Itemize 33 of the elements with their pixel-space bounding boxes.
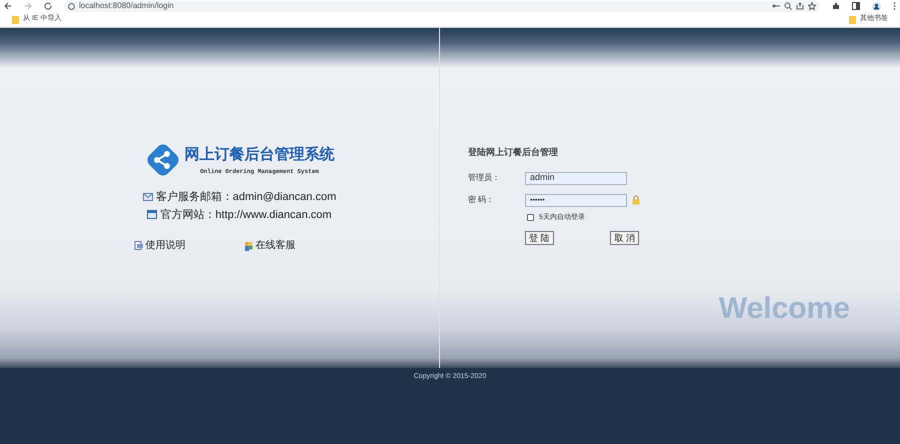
people-icon	[244, 240, 252, 250]
url-text: localhost:8080/admin/login	[79, 0, 174, 12]
username-field[interactable]: admin	[525, 172, 627, 184]
info-icon	[68, 2, 75, 10]
username-label: 管理员：	[468, 172, 501, 184]
key-icon[interactable]	[772, 2, 780, 10]
address-bar[interactable]: localhost:8080/admin/login	[64, 0, 820, 12]
password-label: 密 码：	[468, 194, 496, 206]
reload-icon[interactable]	[44, 2, 52, 10]
remember-checkbox[interactable]	[527, 214, 534, 222]
window-icon	[147, 210, 158, 220]
form-button[interactable]: 取 消	[610, 231, 639, 245]
share-icon[interactable]	[796, 2, 804, 10]
back-icon[interactable]	[4, 2, 12, 10]
form-button[interactable]: 登 陆	[525, 231, 554, 245]
help-link[interactable]: 使用说明	[134, 238, 186, 253]
welcome-text: Welcome	[718, 291, 850, 327]
star-icon[interactable]	[808, 2, 816, 10]
login-title: 登陆网上订餐后台管理	[468, 146, 559, 159]
envelope-icon	[142, 193, 153, 202]
folder-icon	[12, 16, 19, 24]
lock-icon	[631, 195, 641, 205]
document-icon	[134, 241, 142, 250]
folder-icon	[849, 16, 856, 24]
contact-text: 官方网站：http://www.diancan.com	[160, 208, 332, 222]
help-link[interactable]: 在线客服	[244, 238, 296, 253]
extensions-icon[interactable]	[832, 2, 840, 10]
zoom-icon[interactable]	[784, 2, 792, 10]
profile-icon[interactable]	[872, 2, 881, 10]
side-panel-icon[interactable]	[852, 2, 860, 10]
system-title: 网上订餐后台管理系统	[184, 145, 334, 166]
contact-text: 客户服务邮箱：admin@diancan.com	[156, 190, 336, 205]
menu-icon[interactable]	[893, 2, 896, 10]
